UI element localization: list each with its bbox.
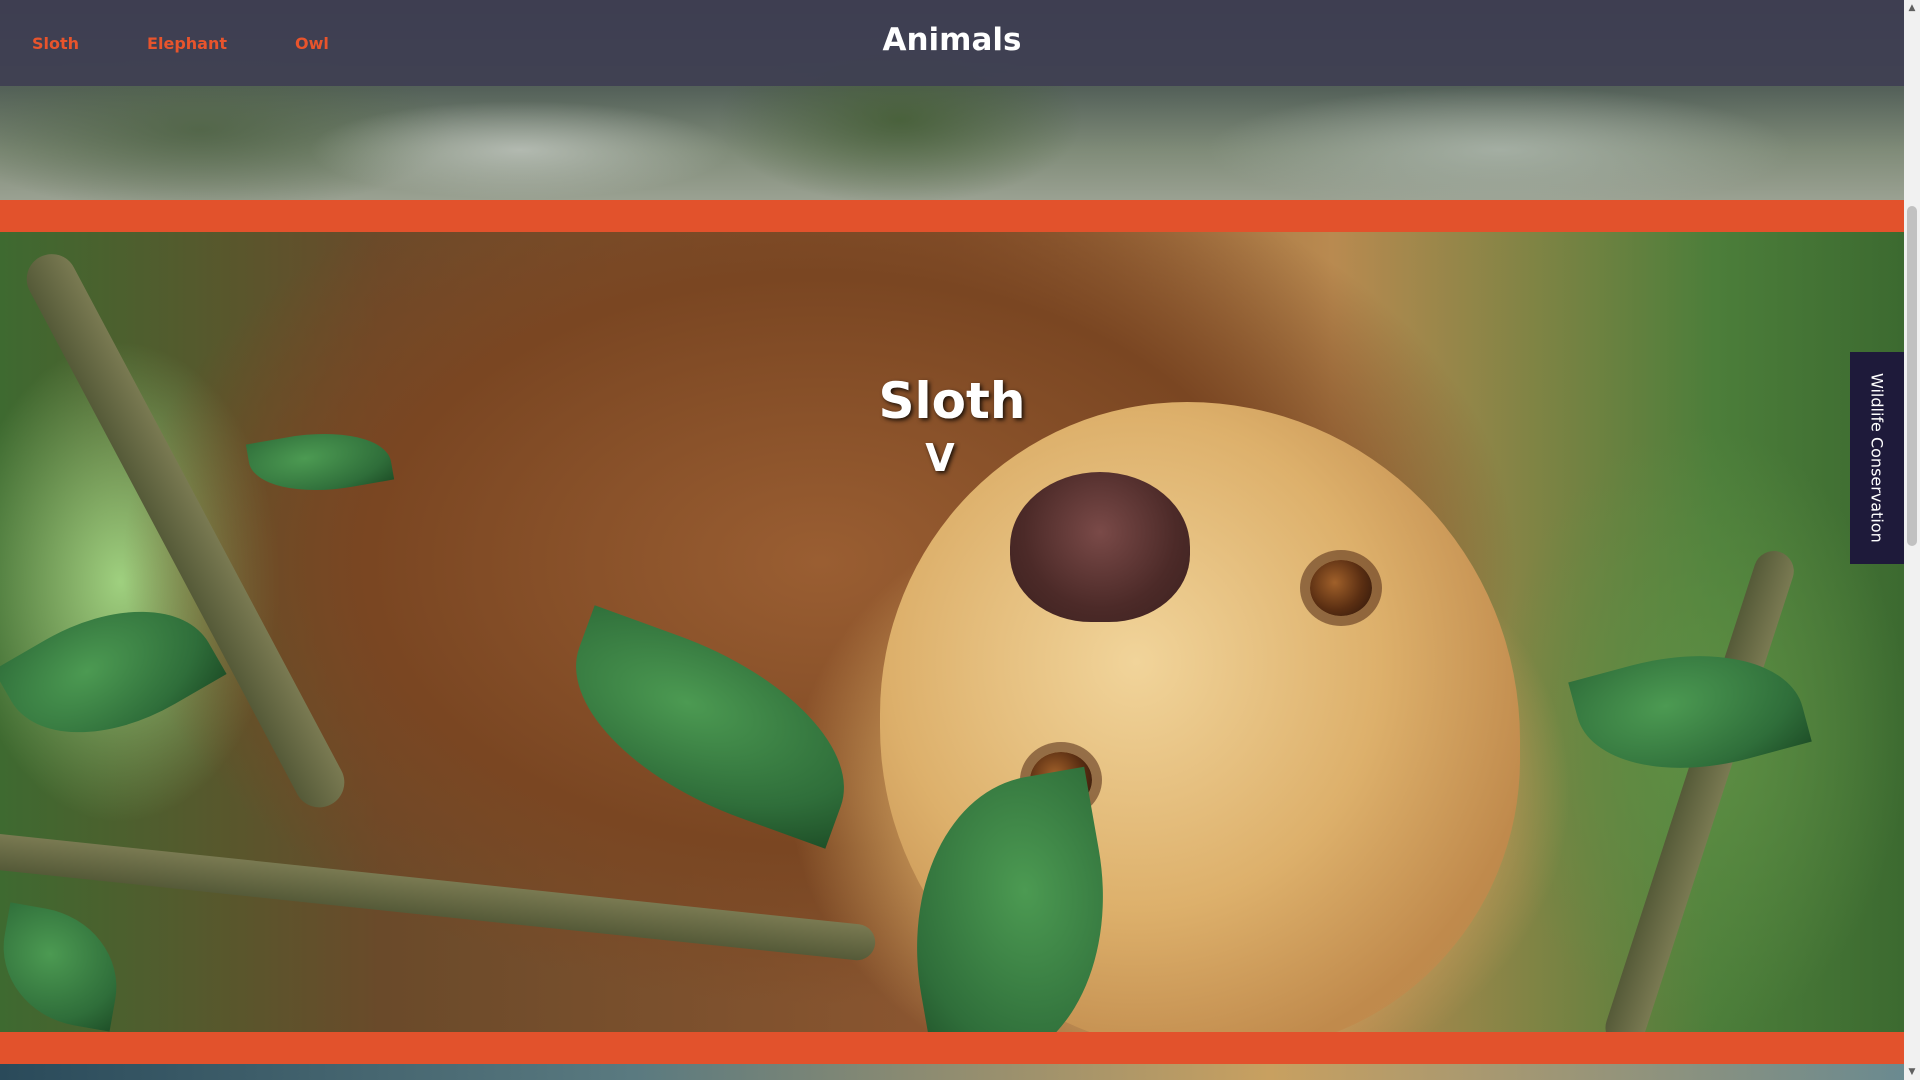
leaf (0, 570, 227, 774)
nav-links: Sloth Elephant Owl (0, 34, 329, 53)
nav-link-elephant[interactable]: Elephant (147, 34, 227, 53)
scroll-down-chevron-icon[interactable]: V (910, 436, 970, 480)
leaf (0, 902, 129, 1032)
sloth-hero-image (0, 232, 1904, 1032)
leaf (543, 605, 877, 849)
nav-link-owl[interactable]: Owl (295, 34, 329, 53)
sloth-eye (1310, 560, 1372, 616)
branch (1600, 545, 1800, 1032)
scroll-down-arrow-icon[interactable]: ▼ (1904, 1064, 1920, 1080)
scroll-up-arrow-icon[interactable]: ▲ (1904, 0, 1920, 16)
branch (0, 832, 877, 962)
hero-title: Sloth (878, 372, 1026, 430)
scrollbar-thumb[interactable] (1907, 206, 1917, 546)
top-navbar: Sloth Elephant Owl Animals (0, 0, 1904, 86)
sloth-nose (1010, 472, 1190, 622)
wildlife-conservation-tab[interactable]: Wildlife Conservation (1850, 352, 1904, 564)
side-tab-label: Wildlife Conservation (1867, 373, 1887, 543)
leaf (245, 420, 395, 504)
next-section-image (0, 1064, 1904, 1080)
nav-link-sloth[interactable]: Sloth (32, 34, 79, 53)
accent-stripe-bottom (0, 1032, 1904, 1064)
accent-stripe-top (0, 200, 1904, 232)
